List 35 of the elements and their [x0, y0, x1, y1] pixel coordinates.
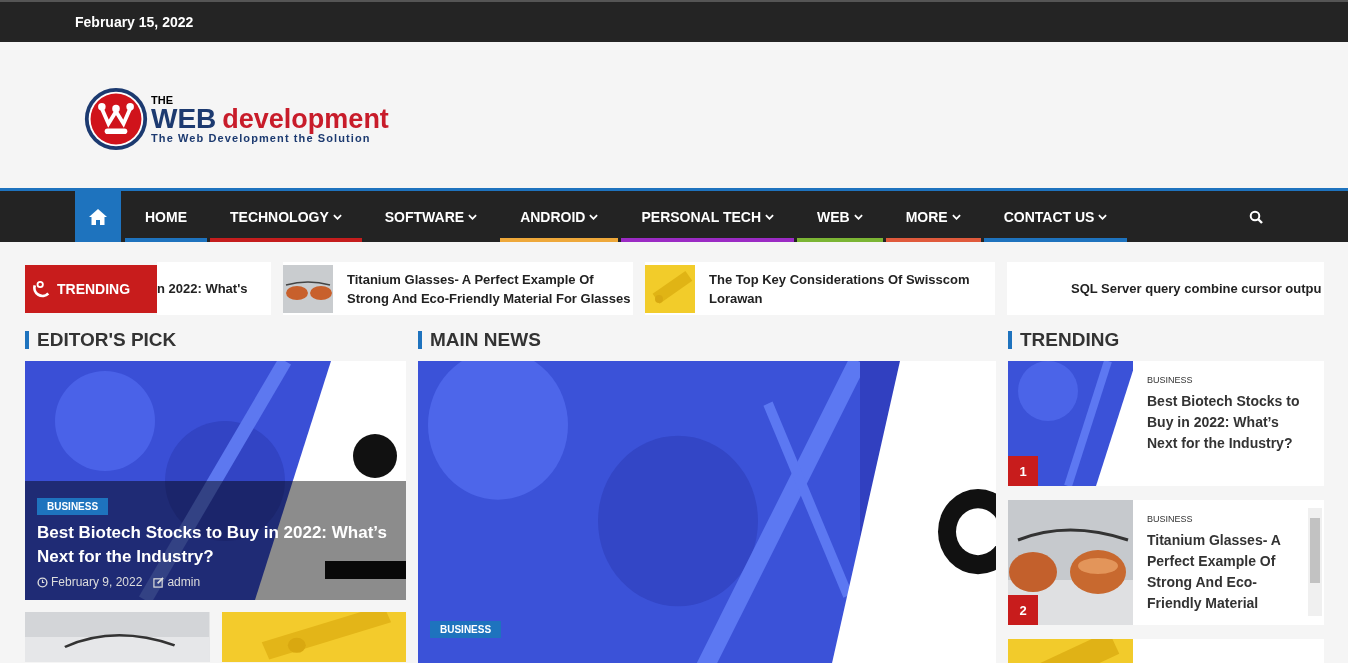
home-button[interactable] [75, 191, 121, 242]
home-icon [88, 207, 108, 226]
edit-icon [153, 576, 165, 588]
arc-icon [33, 279, 51, 298]
search-icon[interactable] [1249, 209, 1263, 224]
nav-link[interactable]: TECHNOLOGY [210, 191, 362, 242]
nav-link[interactable]: MORE [885, 191, 981, 242]
nav-link[interactable]: CONTACT US [983, 191, 1128, 242]
scrollbar[interactable] [1308, 508, 1322, 616]
section-heading: EDITOR'S PICK [25, 331, 406, 349]
nav-link[interactable]: HOME [125, 191, 207, 242]
category-label[interactable]: BUSINESS [1147, 514, 1306, 524]
category-label[interactable]: BUSINESS [1147, 375, 1306, 385]
article-title[interactable]: Best Biotech Stocks to Buy in 2022: What’s Next for the Industry? [37, 521, 394, 569]
nav-link[interactable]: SOFTWARE [364, 191, 498, 242]
trending-badge: TRENDING [25, 264, 157, 313]
rank-badge: 1 [1008, 456, 1038, 486]
category-tag[interactable]: BUSINESS [430, 621, 502, 638]
article-title[interactable]: Titanium Glasses- A Perfect Example Of Strong And Eco-Friendly Material [1147, 530, 1306, 614]
rank-badge: 2 [1008, 595, 1038, 625]
top-date: February 15, 2022 [75, 14, 194, 30]
crown-logo-icon[interactable] [83, 86, 149, 152]
post-date: February 9, 2022 [51, 575, 143, 589]
post-author[interactable]: admin [167, 575, 201, 589]
section-heading: TRENDING [1008, 331, 1324, 349]
logo-text: development [222, 105, 389, 132]
nav-link[interactable]: WEB [797, 191, 883, 242]
nav-link[interactable]: ANDROID [500, 191, 619, 242]
clock-icon [37, 576, 48, 588]
nav-link[interactable]: PERSONAL TECH [621, 191, 794, 242]
logo-text: THE [151, 94, 174, 106]
logo-text: WEB [151, 105, 217, 132]
section-heading: MAIN NEWS [418, 331, 996, 349]
category-tag[interactable]: BUSINESS [37, 498, 109, 515]
article-title[interactable]: Best Biotech Stocks to Buy in 2022: What’s Next for the Industry? [1147, 391, 1306, 454]
